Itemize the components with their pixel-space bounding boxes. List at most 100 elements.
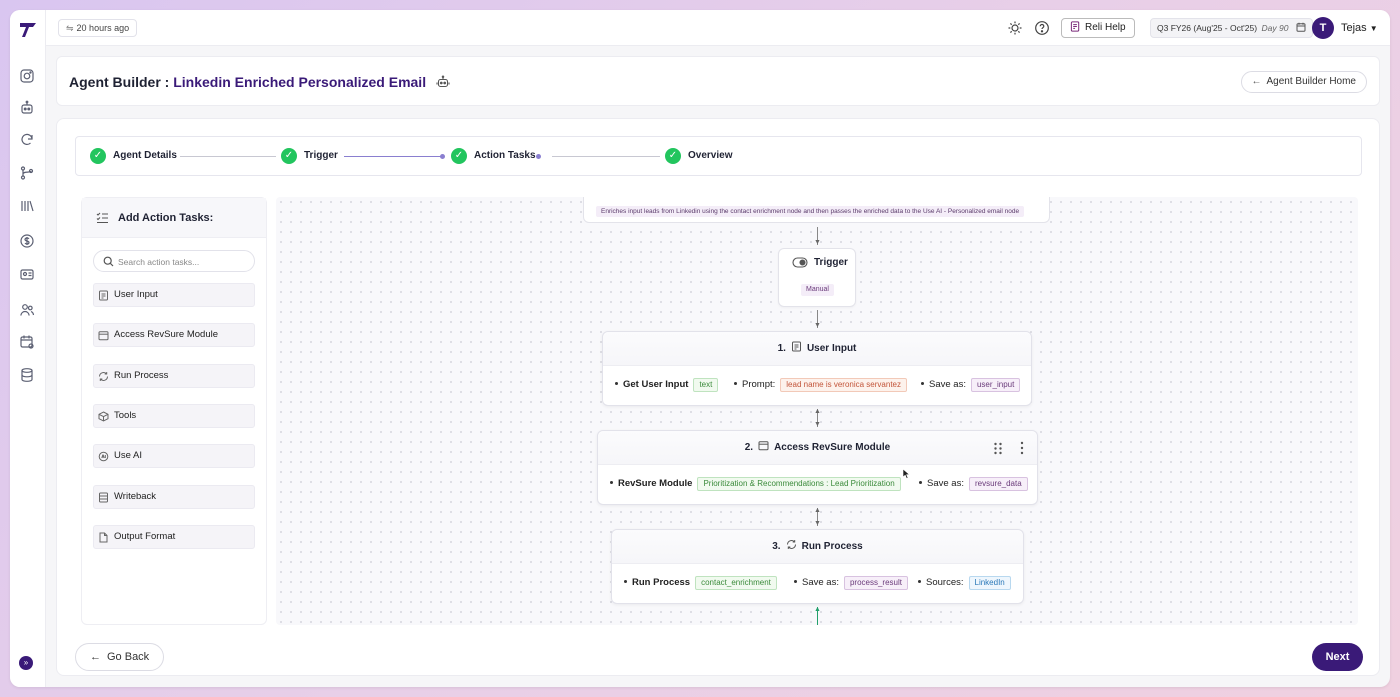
- form-icon: [791, 341, 801, 352]
- arrow-left-icon: ←: [90, 651, 101, 663]
- task-item-output-format[interactable]: Output Format: [93, 525, 255, 549]
- chevron-down-icon: ▼: [1369, 24, 1378, 33]
- bullet-icon: [921, 382, 924, 385]
- search-icon: [103, 256, 114, 267]
- database-edit-icon: [99, 492, 108, 503]
- left-nav-rail: »: [10, 10, 46, 687]
- avatar[interactable]: T: [1312, 17, 1334, 39]
- bullet-icon: [919, 481, 922, 484]
- dollar-icon[interactable]: [19, 233, 35, 249]
- library-icon[interactable]: [19, 198, 35, 214]
- bullet-icon: [610, 481, 613, 484]
- calendar-icon: [1296, 22, 1306, 32]
- arrow-up-icon: ▲: [814, 408, 821, 415]
- step-connector: [344, 156, 442, 157]
- user-menu[interactable]: Tejas ▼: [1341, 22, 1378, 34]
- task-item-access-revsure-module[interactable]: Access RevSure Module: [93, 323, 255, 347]
- form-icon: [99, 290, 108, 301]
- bullet-icon: [624, 580, 627, 583]
- workflow-canvas[interactable]: Enriches input leads from Linkedin using…: [276, 197, 1358, 625]
- step-connector: [180, 156, 276, 157]
- sync-status-icon: ⇋: [66, 23, 74, 33]
- users-settings-icon[interactable]: [19, 266, 35, 282]
- more-options-icon[interactable]: [1019, 441, 1025, 455]
- instagram-icon[interactable]: [19, 68, 35, 84]
- stepper: ✓ Agent Details ✓ Trigger ✓ Action Tasks ✓ O…: [75, 136, 1362, 176]
- trigger-type-tag: Manual: [801, 284, 834, 296]
- node-field: Run Process contact_enrichment: [624, 576, 777, 590]
- panel-header: Add Action Tasks:: [82, 198, 266, 238]
- save-as-chip: user_input: [970, 378, 1021, 392]
- task-list-icon: [96, 212, 108, 224]
- help-icon[interactable]: [1034, 20, 1050, 36]
- workflow-icon[interactable]: [19, 165, 35, 181]
- process-chip: contact_enrichment: [695, 576, 777, 590]
- task-item-writeback[interactable]: Writeback: [93, 485, 255, 509]
- node-field: Save as: process_result: [794, 576, 908, 590]
- app-logo[interactable]: [19, 22, 37, 38]
- page-title: Agent Builder : Linkedin Enriched Person…: [69, 74, 450, 90]
- task-item-tools[interactable]: Tools: [93, 404, 255, 428]
- source-chip: LinkedIn: [968, 576, 1011, 590]
- top-bar: ⇋ 20 hours ago Reli Help Q3 FY26 (Aug'25 …: [46, 10, 1390, 46]
- step-action-tasks[interactable]: ✓ Action Tasks: [451, 148, 536, 164]
- module-chip: Prioritization & Recommendations : Lead …: [697, 477, 901, 491]
- task-node-run-process[interactable]: 3. Run Process Run Process contact_enrichm…: [611, 529, 1024, 604]
- check-icon: ✓: [451, 148, 467, 164]
- refresh-icon: [99, 372, 108, 381]
- toggle-icon: [792, 257, 808, 268]
- step-trigger[interactable]: ✓ Trigger: [281, 148, 338, 164]
- builder-main: ✓ Agent Details ✓ Trigger ✓ Action Tasks ✓ O…: [56, 118, 1380, 676]
- calendar-icon: [758, 441, 769, 451]
- arrow-down-icon: ▼: [814, 239, 821, 246]
- node-body: RevSure Module Prioritization & Recommend…: [598, 465, 1037, 503]
- node-field: Save as: user_input: [921, 378, 1021, 392]
- step-agent-details[interactable]: ✓ Agent Details: [90, 148, 177, 164]
- step-connector: [552, 156, 660, 157]
- arrow-down-icon: ▼: [814, 520, 821, 527]
- node-body: Get User Input text Prompt: lead name is v…: [603, 366, 1031, 404]
- go-back-button[interactable]: ← Go Back: [75, 643, 165, 671]
- arrow-up-icon: ▲: [814, 606, 821, 613]
- action-task-search[interactable]: [93, 250, 255, 272]
- people-icon[interactable]: [19, 302, 35, 318]
- prompt-chip: lead name is veronica servantez: [780, 378, 907, 392]
- sync-icon[interactable]: [19, 132, 35, 148]
- task-node-user-input[interactable]: 1. User Input Get User Input text Prompt: l…: [602, 331, 1032, 406]
- database-icon[interactable]: [19, 367, 35, 383]
- task-node-access-revsure-module[interactable]: 2. Access RevSure Module RevSure Module Pr…: [597, 430, 1038, 505]
- flow-connector: ▼: [814, 310, 821, 329]
- check-icon: ✓: [665, 148, 681, 164]
- reli-help-button[interactable]: Reli Help: [1061, 18, 1135, 38]
- agent-description-card[interactable]: Enriches input leads from Linkedin using…: [583, 197, 1050, 223]
- node-field: Prompt: lead name is veronica servantez: [734, 378, 907, 392]
- task-item-run-process[interactable]: Run Process: [93, 364, 255, 388]
- trigger-node[interactable]: Trigger Manual: [778, 248, 856, 307]
- robot-icon: [436, 75, 450, 88]
- step-overview[interactable]: ✓ Overview: [665, 148, 732, 164]
- fiscal-period-selector[interactable]: Q3 FY26 (Aug'25 - Oct'25) Day 90: [1150, 18, 1313, 38]
- calendar-settings-icon[interactable]: [19, 334, 35, 350]
- cube-icon: [98, 411, 109, 422]
- theme-toggle-icon[interactable]: [1007, 20, 1023, 36]
- node-field: RevSure Module Prioritization & Recommend…: [610, 477, 901, 491]
- current-step-dot: [536, 154, 541, 159]
- input-type-chip: text: [693, 378, 719, 392]
- robot-icon[interactable]: [19, 100, 35, 116]
- search-input[interactable]: [118, 254, 248, 270]
- step-connector-dot: [440, 154, 445, 159]
- node-body: Run Process contact_enrichment Save as: pr…: [612, 564, 1023, 602]
- page-header: Agent Builder : Linkedin Enriched Person…: [56, 56, 1380, 106]
- save-as-chip: process_result: [843, 576, 908, 590]
- task-item-use-ai[interactable]: Use AI: [93, 444, 255, 468]
- agent-builder-home-button[interactable]: ← Agent Builder Home: [1240, 71, 1367, 93]
- task-item-user-input[interactable]: User Input: [93, 283, 255, 307]
- arrow-up-icon: ▲: [814, 507, 821, 514]
- next-button[interactable]: Next: [1312, 643, 1363, 671]
- help-document-icon: [1070, 21, 1080, 32]
- bullet-icon: [918, 580, 921, 583]
- flow-connector: ▲ ▼: [814, 507, 821, 527]
- drag-handle-icon[interactable]: [993, 442, 1003, 455]
- arrow-left-icon: ←: [1251, 76, 1262, 87]
- expand-sidebar-icon[interactable]: »: [19, 656, 33, 670]
